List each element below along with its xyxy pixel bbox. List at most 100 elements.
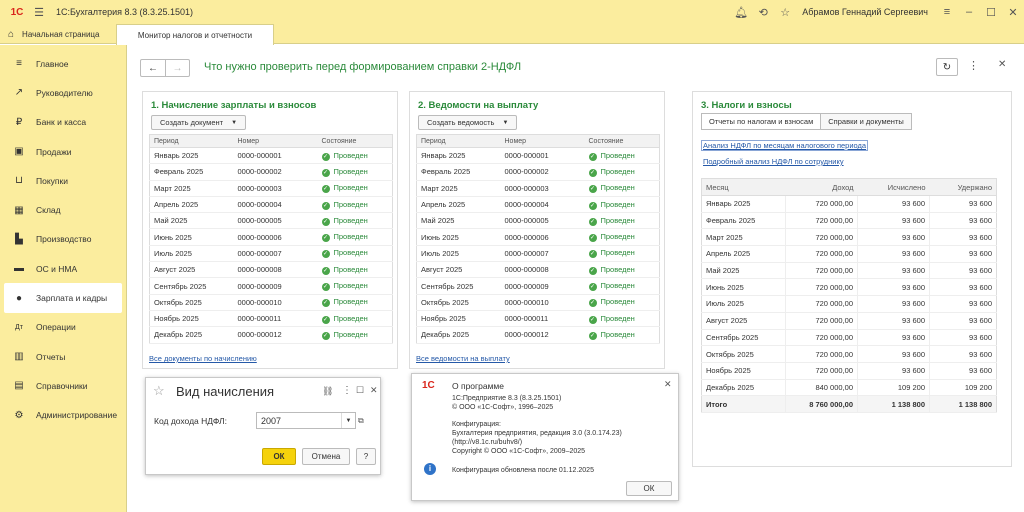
column-header[interactable]: Номер bbox=[233, 134, 318, 148]
table-row[interactable]: Июль 2025 720 000,00 93 600 93 600 bbox=[701, 295, 997, 313]
close-icon[interactable]: ✕ bbox=[1002, 0, 1024, 24]
table-row[interactable]: Октябрь 2025 0000-000010 ✓ Проведен bbox=[416, 294, 660, 311]
refresh-icon[interactable]: ↻ bbox=[936, 58, 958, 76]
column-header[interactable]: Месяц bbox=[701, 178, 786, 196]
column-header[interactable]: Доход bbox=[785, 178, 858, 196]
table-row[interactable]: Март 2025 0000-000003 ✓ Проведен bbox=[149, 180, 393, 197]
sidebar-item-salary[interactable]: ● Зарплата и кадры bbox=[4, 283, 122, 313]
table-row[interactable]: Февраль 2025 0000-000002 ✓ Проведен bbox=[416, 163, 660, 181]
sidebar-item-main[interactable]: ≡ Главное bbox=[0, 49, 126, 78]
cancel-button[interactable]: Отмена bbox=[302, 448, 350, 465]
table-row[interactable]: Сентябрь 2025 720 000,00 93 600 93 600 bbox=[701, 329, 997, 347]
table-row[interactable]: Август 2025 0000-000008 ✓ Проведен bbox=[149, 261, 393, 279]
all-payroll-statements-link[interactable]: Все ведомости на выплату bbox=[416, 354, 510, 363]
create-statement-button[interactable]: Создать ведомость ▼ bbox=[418, 115, 518, 130]
sidebar-item-operations[interactable]: Дт Операции bbox=[0, 313, 126, 342]
ndfl-code-field[interactable]: 2007 ▼ bbox=[256, 412, 356, 429]
create-document-button[interactable]: Создать документ ▼ bbox=[151, 115, 247, 130]
table-row[interactable]: Сентябрь 2025 0000-000009 ✓ Проведен bbox=[149, 277, 393, 295]
menu-icon[interactable]: ☰ bbox=[28, 0, 50, 24]
table-row[interactable]: Январь 2025 0000-000001 ✓ Проведен bbox=[416, 147, 660, 165]
ok-button[interactable]: ОК bbox=[262, 448, 296, 465]
tab-tax-monitor[interactable]: Монитор налогов и отчетности bbox=[116, 24, 274, 45]
sidebar-item-sales[interactable]: ▣ Продажи bbox=[0, 137, 126, 166]
table-row[interactable]: Апрель 2025 720 000,00 93 600 93 600 bbox=[701, 245, 997, 263]
column-header[interactable]: Удержано bbox=[929, 178, 997, 196]
table-row[interactable]: Декабрь 2025 0000-000012 ✓ Проведен bbox=[149, 326, 393, 344]
status-label: Проведен bbox=[333, 313, 368, 323]
table-row[interactable]: Август 2025 0000-000008 ✓ Проведен bbox=[416, 261, 660, 279]
tab-home[interactable]: ⌂ Начальная страница bbox=[0, 24, 116, 44]
sidebar-item-bank[interactable]: ₽ Банк и касса bbox=[0, 108, 126, 137]
table-row[interactable]: Ноябрь 2025 0000-000011 ✓ Проведен bbox=[416, 310, 660, 328]
column-header[interactable]: Состояние bbox=[317, 134, 393, 148]
sidebar-item-reports[interactable]: ▥ Отчеты bbox=[0, 342, 126, 371]
maximize-icon[interactable]: ☐ bbox=[356, 385, 364, 396]
table-row[interactable]: Ноябрь 2025 720 000,00 93 600 93 600 bbox=[701, 362, 997, 380]
table-row[interactable]: Апрель 2025 0000-000004 ✓ Проведен bbox=[149, 196, 393, 214]
table-row[interactable]: Июнь 2025 720 000,00 93 600 93 600 bbox=[701, 278, 997, 297]
table-row[interactable]: Сентябрь 2025 0000-000009 ✓ Проведен bbox=[416, 277, 660, 295]
help-button[interactable]: ? bbox=[356, 448, 376, 465]
close-icon[interactable]: ✕ bbox=[370, 385, 378, 396]
close-icon[interactable]: ✕ bbox=[664, 379, 672, 390]
period-cell: Ноябрь 2025 bbox=[149, 310, 234, 328]
table-row[interactable]: Июль 2025 0000-000007 ✓ Проведен bbox=[416, 245, 660, 263]
table-row[interactable]: Июль 2025 0000-000007 ✓ Проведен bbox=[149, 245, 393, 263]
table-row[interactable]: Июнь 2025 0000-000006 ✓ Проведен bbox=[149, 228, 393, 246]
minimize-icon[interactable]: – bbox=[958, 0, 980, 24]
check-icon: ✓ bbox=[588, 299, 597, 308]
column-header[interactable]: Номер bbox=[500, 134, 585, 148]
back-arrow-icon[interactable]: ← bbox=[141, 60, 165, 76]
star-icon[interactable]: ☆ bbox=[774, 0, 796, 24]
history-icon[interactable]: ⟲ bbox=[752, 0, 774, 24]
table-row[interactable]: Март 2025 0000-000003 ✓ Проведен bbox=[416, 180, 660, 197]
sidebar-item-directories[interactable]: ▤ Справочники bbox=[0, 371, 126, 400]
maximize-icon[interactable]: ☐ bbox=[980, 0, 1002, 24]
table-row[interactable]: Декабрь 2025 0000-000012 ✓ Проведен bbox=[416, 326, 660, 344]
sidebar-item-manager[interactable]: ↗ Руководителю bbox=[0, 78, 126, 107]
ndfl-monthly-analysis-link[interactable]: Анализ НДФЛ по месяцам налогового период… bbox=[701, 140, 869, 151]
more-icon[interactable]: ⋮ bbox=[968, 59, 979, 72]
tab-tax-reports[interactable]: Отчеты по налогам и взносам bbox=[701, 113, 822, 130]
table-row[interactable]: Февраль 2025 720 000,00 93 600 93 600 bbox=[701, 212, 997, 230]
table-row[interactable]: Январь 2025 720 000,00 93 600 93 600 bbox=[701, 195, 997, 213]
link-icon[interactable]: ⛓ bbox=[322, 386, 333, 397]
table-row[interactable]: Октябрь 2025 0000-000010 ✓ Проведен bbox=[149, 294, 393, 311]
sidebar-item-admin[interactable]: ⚙ Администрирование bbox=[0, 401, 126, 430]
table-row[interactable]: Октябрь 2025 720 000,00 93 600 93 600 bbox=[701, 345, 997, 363]
column-header[interactable]: Период bbox=[149, 134, 234, 148]
table-row[interactable]: Май 2025 720 000,00 93 600 93 600 bbox=[701, 262, 997, 280]
table-row[interactable]: Ноябрь 2025 0000-000011 ✓ Проведен bbox=[149, 310, 393, 328]
table-row[interactable]: Апрель 2025 0000-000004 ✓ Проведен bbox=[416, 196, 660, 214]
ndfl-employee-analysis-link[interactable]: Подробный анализ НДФЛ по сотруднику bbox=[703, 157, 844, 166]
column-header[interactable]: Период bbox=[416, 134, 501, 148]
forward-arrow-icon[interactable]: → bbox=[165, 60, 189, 76]
table-row[interactable]: Январь 2025 0000-000001 ✓ Проведен bbox=[149, 147, 393, 165]
table-row[interactable]: Август 2025 720 000,00 93 600 93 600 bbox=[701, 312, 997, 330]
user-name[interactable]: Абрамов Геннадий Сергеевич bbox=[802, 7, 928, 17]
number-cell: 0000-000012 bbox=[233, 326, 318, 344]
column-header[interactable]: Состояние bbox=[584, 134, 660, 148]
all-accrual-documents-link[interactable]: Все документы по начислению bbox=[149, 354, 257, 363]
table-row[interactable]: Март 2025 720 000,00 93 600 93 600 bbox=[701, 228, 997, 247]
tab-certificates[interactable]: Справки и документы bbox=[821, 113, 912, 130]
table-row[interactable]: Декабрь 2025 840 000,00 109 200 109 200 bbox=[701, 379, 997, 397]
bell-icon[interactable]: 🔔︎ bbox=[730, 0, 752, 24]
sidebar-item-warehouse[interactable]: ▦ Склад bbox=[0, 195, 126, 224]
table-row[interactable]: Май 2025 0000-000005 ✓ Проведен bbox=[149, 212, 393, 230]
table-row[interactable]: Май 2025 0000-000005 ✓ Проведен bbox=[416, 212, 660, 230]
settings-menu-icon[interactable]: ≡ bbox=[936, 0, 958, 24]
sidebar-item-assets[interactable]: ▬ ОС и НМА bbox=[0, 254, 126, 283]
ok-button[interactable]: ОК bbox=[626, 481, 672, 496]
star-icon[interactable]: ☆ bbox=[153, 383, 165, 399]
more-icon[interactable]: ⋮ bbox=[342, 385, 352, 396]
close-form-icon[interactable]: ✕ bbox=[998, 59, 1006, 70]
column-header[interactable]: Исчислено bbox=[857, 178, 930, 196]
sidebar-item-production[interactable]: ▙ Производство bbox=[0, 225, 126, 254]
table-row[interactable]: Июнь 2025 0000-000006 ✓ Проведен bbox=[416, 228, 660, 246]
open-icon[interactable]: ⧉ bbox=[358, 416, 364, 426]
table-row[interactable]: Февраль 2025 0000-000002 ✓ Проведен bbox=[149, 163, 393, 181]
sidebar-item-purchases[interactable]: ⊔ Покупки bbox=[0, 166, 126, 195]
chevron-down-icon[interactable]: ▼ bbox=[341, 413, 355, 428]
